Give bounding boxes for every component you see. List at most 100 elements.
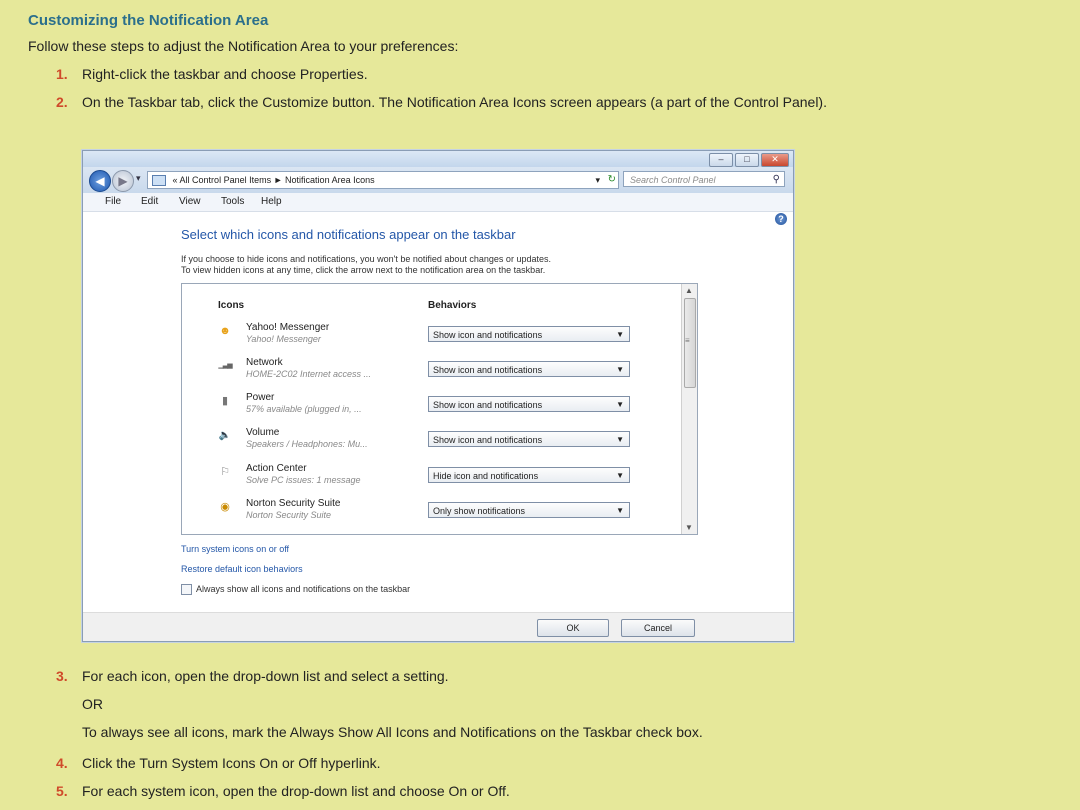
search-icon[interactable]: ⚲ [773, 172, 780, 188]
forward-button[interactable]: ▶ [112, 170, 134, 192]
menu-tools[interactable]: Tools [221, 193, 244, 211]
step-number: 2. [56, 94, 68, 110]
behavior-select[interactable]: Hide icon and notifications ▼ [428, 467, 630, 483]
item-subtitle: Speakers / Headphones: Mu... [246, 439, 368, 449]
behavior-value: Show icon and notifications [433, 435, 543, 445]
list-item: 🔈 Volume Speakers / Headphones: Mu... Sh… [218, 427, 638, 457]
action-center-icon: ⚐ [220, 466, 230, 478]
help-icon[interactable]: ? [775, 213, 787, 225]
window-heading: Select which icons and notifications app… [181, 227, 516, 242]
restore-default-behaviors-link[interactable]: Restore default icon behaviors [181, 564, 303, 574]
always-show-checkbox-row[interactable]: Always show all icons and notifications … [181, 584, 411, 596]
notification-area-icons-window: – □ ✕ ◀ ▶ ▾ « All Control Panel Items ► … [82, 150, 794, 642]
minimize-button[interactable]: – [709, 153, 733, 167]
list-item: ⚐ Action Center Solve PC issues: 1 messa… [218, 463, 638, 493]
intro-text: Follow these steps to adjust the Notific… [28, 38, 459, 54]
behavior-value: Only show notifications [433, 506, 526, 516]
step-text: On the Taskbar tab, click the Customize … [82, 94, 827, 110]
refresh-icon[interactable]: ↻ [608, 172, 616, 188]
behavior-value: Show icon and notifications [433, 365, 543, 375]
checkbox-label: Always show all icons and notifications … [196, 584, 411, 594]
close-button[interactable]: ✕ [761, 153, 789, 167]
address-bar[interactable]: « All Control Panel Items ► Notification… [147, 171, 619, 189]
item-subtitle: Norton Security Suite [246, 510, 332, 520]
yahoo-messenger-icon: ☻ [219, 325, 231, 337]
item-name: Yahoo! Messenger [246, 322, 330, 333]
breadcrumb-separator-icon: ► [273, 175, 283, 185]
behavior-value: Show icon and notifications [433, 330, 543, 340]
step-5: 5. For each system icon, open the drop-do… [56, 781, 510, 801]
item-name: Network [246, 357, 283, 368]
maximize-button[interactable]: □ [735, 153, 759, 167]
item-name: Action Center [246, 463, 307, 474]
menu-file[interactable]: File [105, 193, 121, 211]
control-panel-icon [152, 175, 166, 187]
description-line-2: To view hidden icons at any time, click … [181, 265, 546, 275]
cancel-button[interactable]: Cancel [621, 619, 695, 637]
step-2: 2. On the Taskbar tab, click the Customiz… [56, 92, 1036, 112]
item-subtitle: 57% available (plugged in, ... [246, 404, 362, 414]
behavior-value: Hide icon and notifications [433, 471, 539, 481]
menu-bar: File Edit View Tools Help [83, 193, 793, 212]
item-subtitle: HOME-2C02 Internet access ... [246, 369, 372, 379]
page-title: Customizing the Notification Area [28, 12, 269, 29]
scroll-grip-icon: ≡ [685, 336, 690, 345]
network-icon: ▁▃▅ [218, 362, 232, 369]
step-4: 4. Click the Turn System Icons On or Off … [56, 753, 381, 773]
norton-icon: ◉ [220, 501, 230, 513]
behavior-select[interactable]: Show icon and notifications ▼ [428, 396, 630, 412]
behavior-select[interactable]: Show icon and notifications ▼ [428, 361, 630, 377]
step-number: 3. [56, 668, 68, 684]
turn-system-icons-link[interactable]: Turn system icons on or off [181, 544, 289, 554]
recent-pages-dropdown[interactable]: ▾ [136, 173, 141, 184]
step-1: 1. Right-click the taskbar and choose Pro… [56, 64, 368, 84]
search-input[interactable]: Search Control Panel ⚲ [623, 171, 785, 187]
search-placeholder: Search Control Panel [630, 175, 716, 185]
scroll-down-icon[interactable]: ▼ [685, 523, 693, 532]
item-name: Volume [246, 427, 280, 438]
chevron-down-icon: ▼ [616, 400, 624, 409]
dialog-footer: OK Cancel [83, 612, 793, 641]
column-header-icons: Icons [218, 300, 245, 311]
step-number: 1. [56, 66, 68, 82]
address-prefix: « [172, 175, 178, 185]
or-text: OR [82, 696, 103, 712]
behavior-select[interactable]: Only show notifications ▼ [428, 502, 630, 518]
list-item: ◉ Norton Security Suite Norton Security … [218, 498, 638, 528]
item-subtitle: Yahoo! Messenger [246, 334, 321, 344]
alternative-text: To always see all icons, mark the Always… [82, 724, 703, 740]
behavior-value: Show icon and notifications [433, 400, 543, 410]
list-item: ▮ Power 57% available (plugged in, ... S… [218, 392, 638, 422]
list-item: ☻ Yahoo! Messenger Yahoo! Messenger Show… [218, 322, 638, 352]
step-number: 4. [56, 755, 68, 771]
address-dropdown-icon[interactable]: ▾ [595, 172, 600, 188]
scroll-up-icon[interactable]: ▲ [685, 286, 693, 295]
chevron-down-icon: ▼ [616, 506, 624, 515]
menu-edit[interactable]: Edit [141, 193, 158, 211]
back-button[interactable]: ◀ [89, 170, 111, 192]
behavior-select[interactable]: Show icon and notifications ▼ [428, 326, 630, 342]
chevron-down-icon: ▼ [616, 330, 624, 339]
volume-icon: 🔈 [218, 430, 232, 441]
breadcrumb-all-control-panel-items[interactable]: All Control Panel Items [180, 175, 272, 185]
item-name: Norton Security Suite [246, 498, 341, 509]
step-text: Click the Turn System Icons On or Off hy… [82, 755, 381, 771]
always-show-checkbox[interactable] [181, 584, 192, 596]
icons-list-panel: Icons Behaviors ☻ Yahoo! Messenger Yahoo… [181, 283, 698, 535]
ok-button[interactable]: OK [537, 619, 609, 637]
item-subtitle: Solve PC issues: 1 message [246, 475, 361, 485]
column-header-behaviors: Behaviors [428, 300, 477, 311]
title-bar: – □ ✕ [83, 151, 793, 167]
step-text: For each system icon, open the drop-down… [82, 783, 510, 799]
list-scrollbar[interactable]: ▲ ≡ ▼ [681, 284, 697, 534]
behavior-select[interactable]: Show icon and notifications ▼ [428, 431, 630, 447]
breadcrumb-notification-area-icons[interactable]: Notification Area Icons [285, 175, 375, 185]
chevron-down-icon: ▼ [616, 471, 624, 480]
menu-help[interactable]: Help [261, 193, 282, 211]
step-text: For each icon, open the drop-down list a… [82, 668, 449, 684]
menu-view[interactable]: View [179, 193, 201, 211]
address-row: ◀ ▶ ▾ « All Control Panel Items ► Notifi… [83, 167, 793, 193]
step-text: Right-click the taskbar and choose Prope… [82, 66, 368, 82]
chevron-down-icon: ▼ [616, 365, 624, 374]
chevron-down-icon: ▼ [616, 435, 624, 444]
